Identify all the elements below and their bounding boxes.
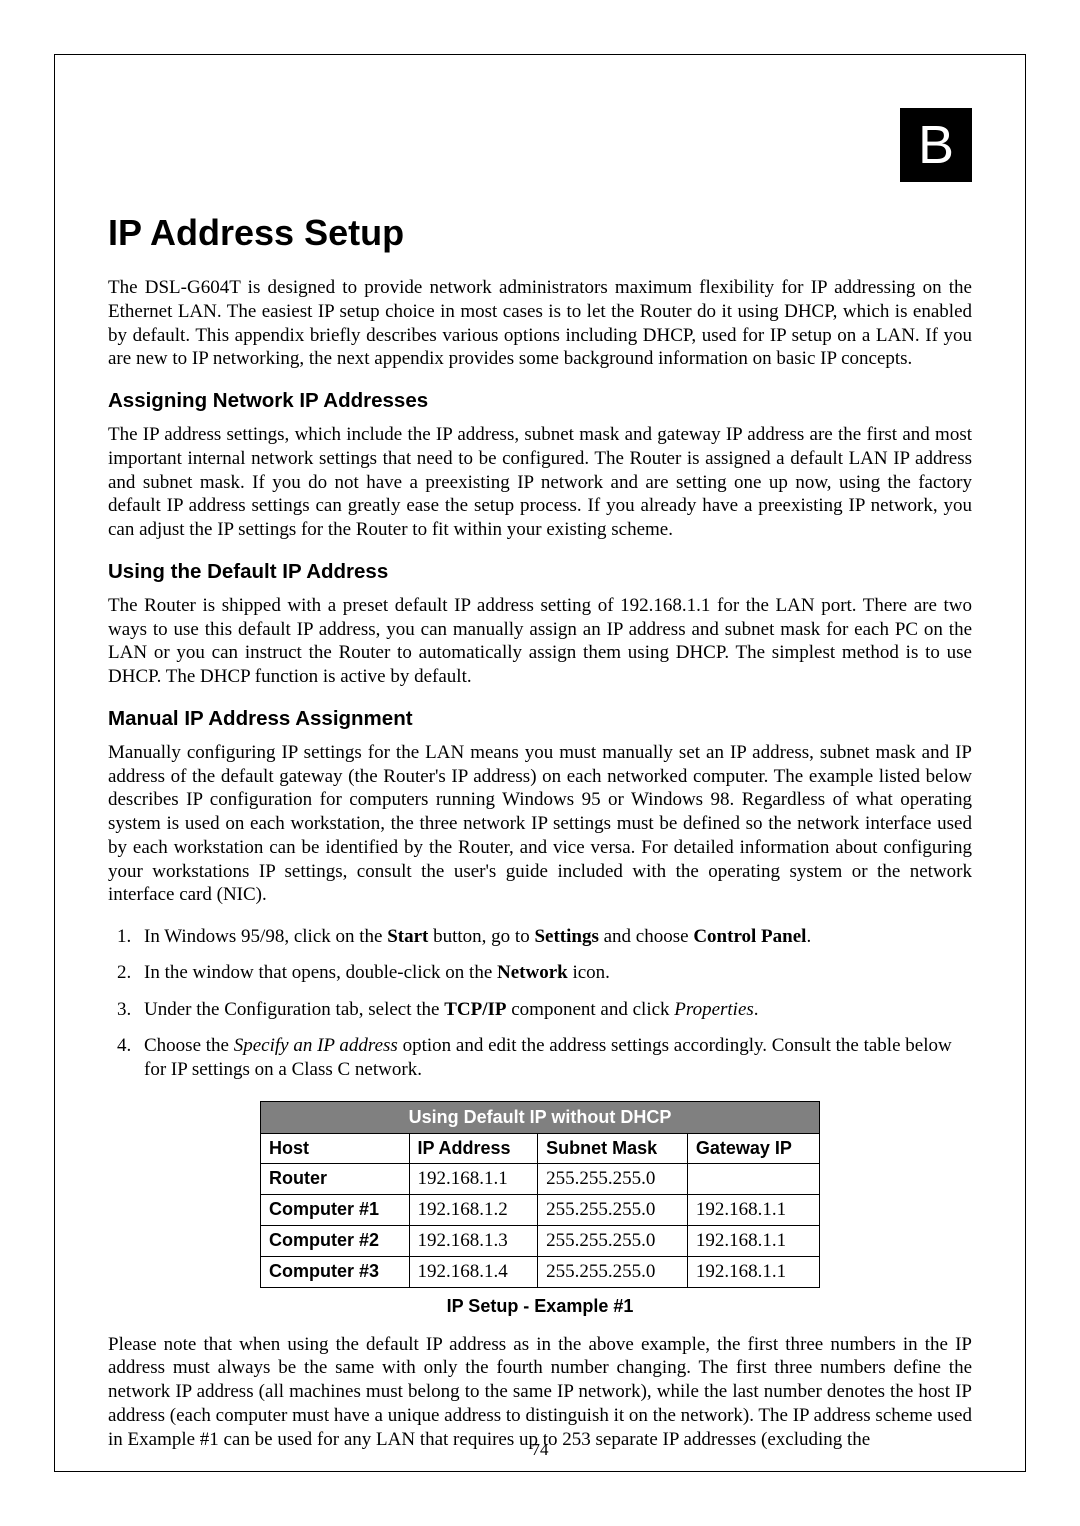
step-text: . [754,999,759,1020]
ip-table-wrap: Using Default IP without DHCP Host IP Ad… [260,1101,820,1317]
cell-gateway: 192.168.1.1 [687,1256,819,1287]
th-host: Host [261,1133,410,1163]
table-header-row: Host IP Address Subnet Mask Gateway IP [261,1133,820,1163]
step-bold: TCP/IP [444,999,506,1020]
section-heading-assigning: Assigning Network IP Addresses [108,389,972,413]
cell-ip: 192.168.1.4 [409,1256,538,1287]
step-bold: Control Panel [693,926,806,947]
step-text: In the window that opens, double-click o… [144,962,497,983]
step-text: and choose [599,926,693,947]
default-ip-paragraph: The Router is shipped with a preset defa… [108,594,972,689]
cell-host: Computer #3 [261,1256,410,1287]
cell-ip: 192.168.1.1 [409,1163,538,1194]
step-4: Choose the Specify an IP address option … [136,1034,972,1083]
table-caption: IP Setup - Example #1 [260,1296,820,1317]
step-text: button, go to [428,926,534,947]
step-italic: Properties [674,999,754,1020]
ip-table: Using Default IP without DHCP Host IP Ad… [260,1101,820,1288]
step-2: In the window that opens, double-click o… [136,961,972,985]
step-text: Choose the [144,1035,234,1056]
step-text: . [806,926,811,947]
step-text: In Windows 95/98, click on the [144,926,387,947]
manual-paragraph: Manually configuring IP settings for the… [108,741,972,907]
cell-gateway: 192.168.1.1 [687,1194,819,1225]
page-title: IP Address Setup [108,212,972,254]
cell-mask: 255.255.255.0 [538,1256,688,1287]
step-3: Under the Configuration tab, select the … [136,998,972,1022]
step-italic: Specify an IP address [234,1035,398,1056]
step-bold: Start [387,926,428,947]
cell-mask: 255.255.255.0 [538,1225,688,1256]
table-row: Computer #3 192.168.1.4 255.255.255.0 19… [261,1256,820,1287]
step-bold: Settings [534,926,598,947]
closing-paragraph: Please note that when using the default … [108,1333,972,1452]
cell-gateway: 192.168.1.1 [687,1225,819,1256]
cell-mask: 255.255.255.0 [538,1163,688,1194]
appendix-badge: B [900,108,972,182]
step-bold: Network [497,962,568,983]
manual-steps: In Windows 95/98, click on the Start but… [108,925,972,1083]
cell-ip: 192.168.1.3 [409,1225,538,1256]
page-number: 74 [0,1440,1080,1460]
intro-paragraph: The DSL-G604T is designed to provide net… [108,276,972,371]
table-row: Router 192.168.1.1 255.255.255.0 [261,1163,820,1194]
th-mask: Subnet Mask [538,1133,688,1163]
cell-ip: 192.168.1.2 [409,1194,538,1225]
table-title-row: Using Default IP without DHCP [261,1101,820,1133]
cell-host: Computer #2 [261,1225,410,1256]
th-gateway: Gateway IP [687,1133,819,1163]
table-row: Computer #1 192.168.1.2 255.255.255.0 19… [261,1194,820,1225]
step-1: In Windows 95/98, click on the Start but… [136,925,972,949]
step-text: Under the Configuration tab, select the [144,999,444,1020]
cell-mask: 255.255.255.0 [538,1194,688,1225]
assigning-paragraph: The IP address settings, which include t… [108,423,972,542]
page-content: B IP Address Setup The DSL-G604T is desi… [108,108,972,1469]
table-row: Computer #2 192.168.1.3 255.255.255.0 19… [261,1225,820,1256]
section-heading-manual: Manual IP Address Assignment [108,707,972,731]
step-text: component and click [507,999,675,1020]
cell-host: Computer #1 [261,1194,410,1225]
table-title: Using Default IP without DHCP [261,1101,820,1133]
section-heading-default-ip: Using the Default IP Address [108,560,972,584]
th-ip: IP Address [409,1133,538,1163]
step-text: icon. [568,962,610,983]
cell-host: Router [261,1163,410,1194]
cell-gateway [687,1163,819,1194]
